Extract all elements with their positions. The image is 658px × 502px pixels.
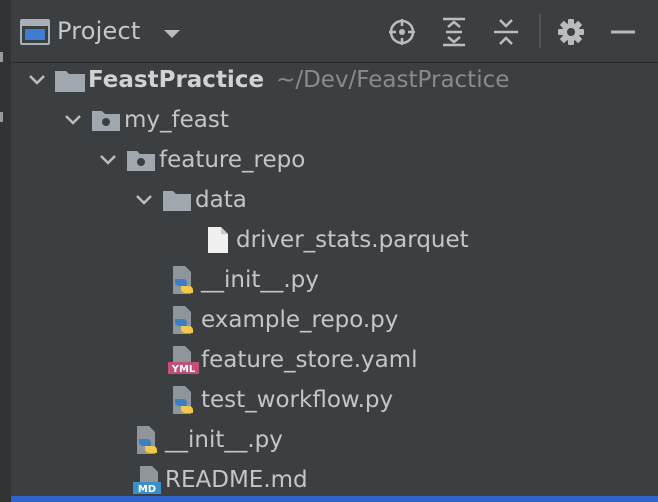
expand-all-icon[interactable]: [436, 14, 472, 50]
python-file-icon: [129, 420, 165, 460]
project-view-icon: [20, 19, 50, 49]
tree-item-label: driver_stats.parquet: [236, 227, 469, 253]
tree-item-data[interactable]: data: [129, 180, 247, 220]
minimize-icon[interactable]: [605, 14, 641, 50]
panel-title[interactable]: Project: [57, 17, 141, 45]
folder-icon: [159, 180, 195, 220]
tree-item-label: my_feast: [124, 107, 229, 133]
tree-item-init-py-root[interactable]: __init__.py: [129, 420, 283, 460]
tree-item-init-py[interactable]: __init__.py: [165, 260, 319, 300]
svg-text:MD: MD: [138, 484, 156, 495]
chevron-down-icon[interactable]: [22, 60, 52, 100]
strip-marker: [0, 52, 3, 62]
tree-item-example-repo[interactable]: example_repo.py: [165, 300, 398, 340]
tree-item-readme[interactable]: MD README.md: [129, 460, 308, 500]
tree-item-label: data: [195, 187, 247, 213]
tree-item-label: __init__.py: [165, 427, 283, 453]
chevron-down-icon[interactable]: [163, 25, 181, 44]
chevron-down-icon[interactable]: [93, 140, 123, 180]
tree-item-label: FeastPractice: [88, 67, 265, 93]
module-folder-icon: [88, 100, 124, 140]
python-file-icon: [165, 300, 201, 340]
module-folder-icon: [123, 140, 159, 180]
tree-item-test-workflow[interactable]: test_workflow.py: [165, 380, 393, 420]
tree-item-label: README.md: [165, 467, 308, 493]
tree-item-my-feast[interactable]: my_feast: [58, 100, 229, 140]
collapse-all-icon[interactable]: [488, 14, 524, 50]
svg-text:YML: YML: [171, 364, 196, 375]
strip-marker: [0, 112, 3, 122]
python-file-icon: [165, 380, 201, 420]
python-file-icon: [165, 260, 201, 300]
tree-item-driver-stats[interactable]: driver_stats.parquet: [200, 220, 469, 260]
crosshair-icon[interactable]: [384, 14, 420, 50]
left-tool-strip: [0, 0, 11, 502]
tree-item-feature-store[interactable]: YML feature_store.yaml: [165, 340, 418, 380]
tree-item-label: test_workflow.py: [201, 387, 394, 413]
project-path: ~/Dev/FeastPractice: [276, 67, 510, 93]
selection-highlight: [11, 496, 658, 502]
tree-item-feature-repo[interactable]: feature_repo: [93, 140, 305, 180]
chevron-down-icon[interactable]: [129, 180, 159, 220]
tree-item-label: feature_repo: [159, 147, 306, 173]
chevron-down-icon[interactable]: [58, 100, 88, 140]
gear-icon[interactable]: [553, 14, 589, 50]
yaml-file-icon: YML: [165, 340, 201, 380]
folder-icon: [52, 60, 88, 100]
tree-item-label: example_repo.py: [201, 307, 399, 333]
tree-item-label: __init__.py: [201, 267, 319, 293]
tree-root-row[interactable]: FeastPractice ~/Dev/FeastPractice: [22, 60, 509, 100]
toolbar-divider: [539, 14, 541, 48]
markdown-file-icon: MD: [129, 460, 165, 500]
file-icon: [200, 220, 236, 260]
tree-item-label: feature_store.yaml: [201, 347, 418, 373]
